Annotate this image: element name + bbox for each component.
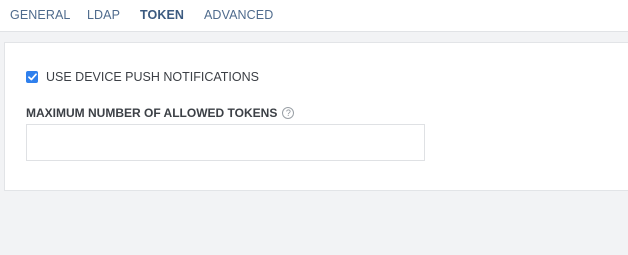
tab-advanced[interactable]: ADVANCED (204, 8, 273, 22)
push-notifications-checkbox[interactable] (26, 71, 38, 83)
max-tokens-input[interactable] (26, 124, 425, 161)
tab-general[interactable]: GENERAL (10, 8, 70, 22)
question-circle-icon[interactable]: ? (282, 107, 295, 119)
push-notifications-option[interactable]: USE DEVICE PUSH NOTIFICATIONS (26, 70, 259, 84)
max-tokens-label: MAXIMUM NUMBER OF ALLOWED TOKENS (26, 106, 278, 120)
tab-token[interactable]: TOKEN (140, 8, 184, 22)
checkmark-icon (27, 73, 37, 81)
tab-bar: GENERAL LDAP TOKEN ADVANCED (0, 0, 628, 32)
tab-ldap[interactable]: LDAP (87, 8, 120, 22)
token-settings-panel: USE DEVICE PUSH NOTIFICATIONS MAXIMUM NU… (4, 42, 628, 191)
max-tokens-label-row: MAXIMUM NUMBER OF ALLOWED TOKENS ? (26, 106, 295, 120)
push-notifications-label: USE DEVICE PUSH NOTIFICATIONS (46, 70, 259, 84)
